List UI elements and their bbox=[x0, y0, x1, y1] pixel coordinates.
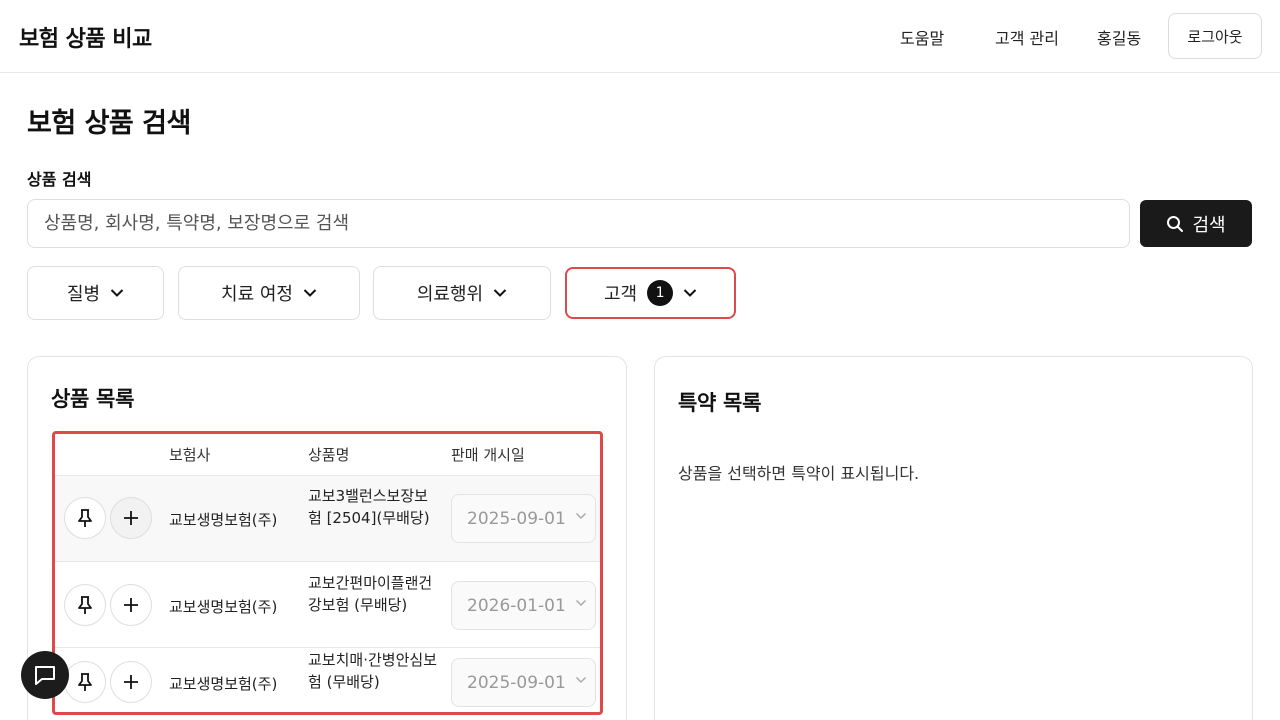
search-button[interactable]: 검색 bbox=[1140, 200, 1252, 247]
table-row[interactable]: 교보생명보험(주) 교보치매·간병안심보험 (무배당) 2025-09-01 bbox=[55, 647, 600, 712]
filter-label: 의료행위 bbox=[416, 284, 484, 305]
launch-date-value: 2026-01-01 bbox=[467, 595, 566, 616]
column-header-launch-date: 판매 개시일 bbox=[451, 446, 525, 464]
plus-icon bbox=[124, 511, 138, 525]
chevron-down-icon bbox=[575, 512, 587, 520]
column-header-product-name: 상품명 bbox=[308, 446, 350, 464]
chevron-down-icon bbox=[303, 289, 317, 297]
launch-date-select[interactable]: 2025-09-01 bbox=[451, 494, 596, 543]
logout-button[interactable]: 로그아웃 bbox=[1168, 13, 1262, 59]
filter-disease[interactable]: 질병 bbox=[27, 266, 164, 320]
app-title: 보험 상품 비교 bbox=[19, 27, 152, 52]
filter-count-badge: 1 bbox=[647, 280, 674, 306]
chevron-down-icon bbox=[110, 289, 124, 297]
rider-list-title: 특약 목록 bbox=[678, 391, 762, 415]
rider-list-panel: 특약 목록 상품을 선택하면 특약이 표시됩니다. bbox=[654, 356, 1253, 720]
launch-date-select[interactable]: 2025-09-01 bbox=[451, 658, 596, 707]
plus-icon bbox=[124, 598, 138, 612]
cell-product-name: 교보치매·간병안심보험 (무배당) bbox=[308, 651, 437, 691]
user-name[interactable]: 홍길동 bbox=[1097, 25, 1141, 49]
cell-company: 교보생명보험(주) bbox=[169, 598, 278, 616]
product-list-panel: 상품 목록 보험사 상품명 판매 개시일 교보생명보험(주) 교보3밸런스보장보… bbox=[27, 356, 627, 720]
chat-icon bbox=[35, 666, 55, 685]
chevron-down-icon bbox=[493, 289, 507, 297]
chevron-down-icon bbox=[575, 599, 587, 607]
chat-button[interactable] bbox=[21, 651, 69, 699]
pin-button[interactable] bbox=[64, 584, 106, 626]
pin-button[interactable] bbox=[64, 497, 106, 539]
pin-icon bbox=[78, 596, 92, 614]
add-product-button[interactable] bbox=[110, 661, 152, 703]
nav-help[interactable]: 도움말 bbox=[900, 25, 944, 49]
page-title: 보험 상품 검색 bbox=[27, 108, 191, 139]
chevron-down-icon bbox=[683, 289, 697, 297]
product-list-title: 상품 목록 bbox=[51, 387, 135, 411]
table-row[interactable]: 교보생명보험(주) 교보간편마이플랜건강보험 (무배당) 2026-01-01 bbox=[55, 561, 600, 647]
cell-company: 교보생명보험(주) bbox=[169, 675, 278, 693]
pin-button[interactable] bbox=[64, 661, 106, 703]
filter-label: 질병 bbox=[66, 284, 101, 305]
nav-customer-management[interactable]: 고객 관리 bbox=[995, 25, 1059, 49]
rider-empty-message: 상품을 선택하면 특약이 표시됩니다. bbox=[678, 464, 920, 483]
launch-date-value: 2025-09-01 bbox=[467, 508, 566, 529]
cell-product-name: 교보3밸런스보장보험 [2504](무배당) bbox=[308, 487, 430, 527]
search-label: 상품 검색 bbox=[27, 170, 92, 189]
search-icon bbox=[1167, 215, 1184, 232]
search-input[interactable] bbox=[27, 199, 1130, 248]
filter-label: 치료 여정 bbox=[221, 284, 293, 305]
top-bar: 보험 상품 비교 도움말 고객 관리 홍길동 로그아웃 bbox=[0, 0, 1280, 73]
filter-customer[interactable]: 고객 1 bbox=[565, 267, 736, 319]
launch-date-select[interactable]: 2026-01-01 bbox=[451, 581, 596, 630]
launch-date-value: 2025-09-01 bbox=[467, 672, 566, 693]
filter-medical-procedure[interactable]: 의료행위 bbox=[373, 266, 551, 320]
product-table: 보험사 상품명 판매 개시일 교보생명보험(주) 교보3밸런스보장보험 [250… bbox=[52, 431, 603, 715]
chevron-down-icon bbox=[575, 676, 587, 684]
table-row[interactable]: 교보생명보험(주) 교보3밸런스보장보험 [2504](무배당) 2025-09… bbox=[55, 475, 600, 561]
add-product-button[interactable] bbox=[110, 497, 152, 539]
pin-icon bbox=[78, 509, 92, 527]
filter-treatment-journey[interactable]: 치료 여정 bbox=[178, 266, 360, 320]
add-product-button[interactable] bbox=[110, 584, 152, 626]
column-header-company: 보험사 bbox=[169, 446, 211, 464]
pin-icon bbox=[78, 673, 92, 691]
filter-label: 고객 bbox=[603, 284, 638, 305]
search-button-label: 검색 bbox=[1192, 214, 1226, 236]
plus-icon bbox=[124, 675, 138, 689]
cell-product-name: 교보간편마이플랜건강보험 (무배당) bbox=[308, 574, 433, 614]
cell-company: 교보생명보험(주) bbox=[169, 511, 278, 529]
